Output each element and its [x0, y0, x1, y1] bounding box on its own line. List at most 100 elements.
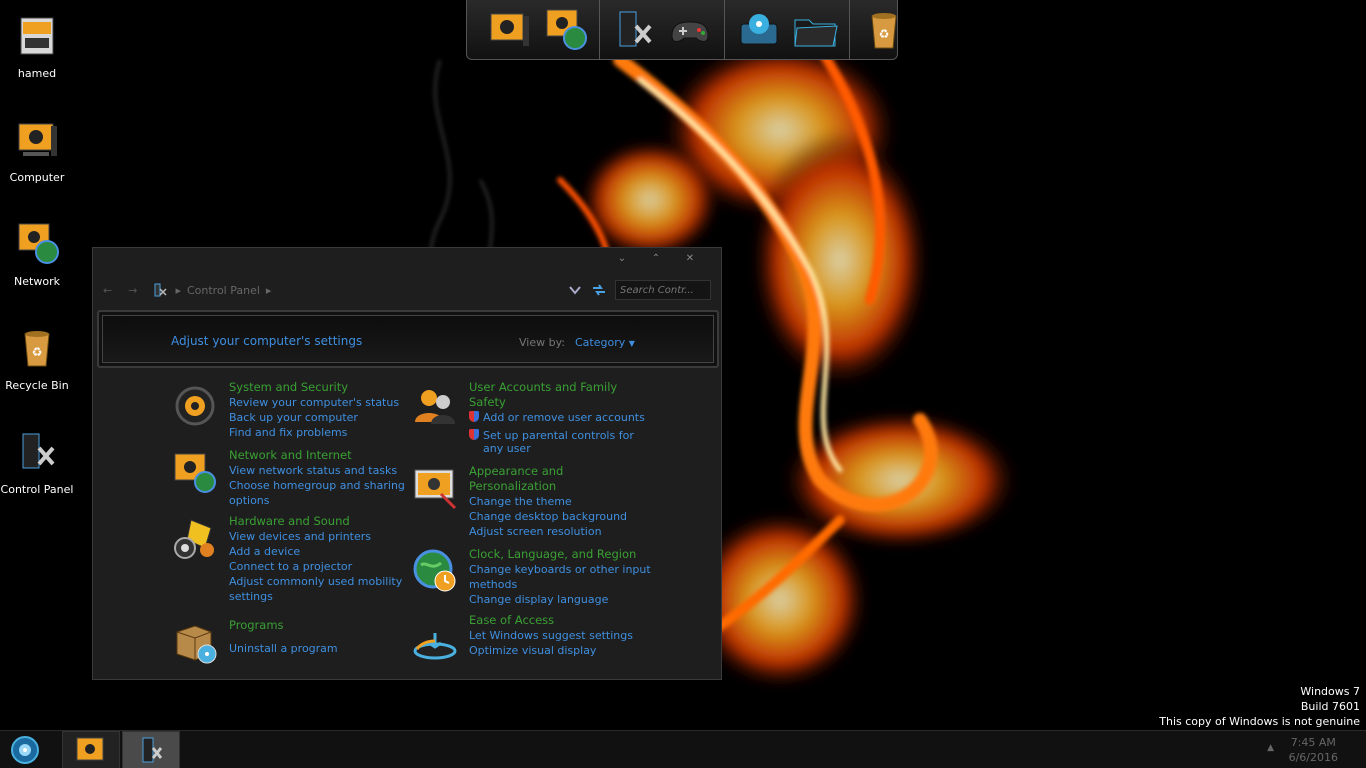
recycle-bin-icon: ♻	[24, 331, 50, 367]
category-title-line2[interactable]: Personalization	[469, 479, 556, 493]
dock-group	[475, 0, 600, 59]
window-titlebar: ⌄ ⌃ ✕	[93, 248, 721, 268]
shield-icon	[175, 386, 215, 426]
desktop-icon-recycle-bin[interactable]: ♻ Recycle Bin	[0, 324, 74, 392]
dock-group	[600, 0, 725, 59]
gamepad-icon[interactable]	[666, 6, 714, 54]
breadcrumb-separator: ▸	[175, 283, 181, 297]
link[interactable]: Let Windows suggest settings	[469, 628, 633, 643]
dock-group	[725, 0, 850, 59]
dock-group: ♻	[850, 0, 918, 59]
link[interactable]: Adjust commonly used mobility	[229, 574, 402, 589]
search-area	[569, 280, 711, 300]
dropdown-arrow-icon[interactable]	[569, 285, 581, 295]
link[interactable]: methods	[469, 577, 651, 592]
category-ease-of-access: Ease of Access Let Windows suggest setti…	[411, 613, 633, 661]
top-dock: ♻	[466, 0, 898, 60]
start-button-icon[interactable]	[8, 735, 42, 765]
watermark-line: Build 7601	[1300, 700, 1360, 713]
view-by-dropdown[interactable]: Category ▼	[575, 336, 635, 349]
link[interactable]: Change desktop background	[469, 509, 627, 524]
desktop-icon-network[interactable]: Network	[0, 220, 74, 288]
link[interactable]: Choose homegroup and sharing	[229, 478, 405, 493]
link[interactable]: any user	[469, 441, 645, 456]
refresh-icon[interactable]	[591, 282, 607, 298]
page-title: Adjust your computer's settings	[171, 334, 363, 348]
hard-drive-icon[interactable]	[735, 6, 783, 54]
clock-date: 6/6/2016	[1288, 751, 1338, 764]
category-hardware-sound: Hardware and Sound View devices and prin…	[171, 514, 402, 604]
view-by-label: View by:	[519, 336, 565, 349]
link[interactable]: Change keyboards or other input	[469, 562, 651, 577]
minimize-button[interactable]: ⌄	[605, 253, 639, 264]
chevron-down-icon: ▼	[628, 339, 635, 348]
taskbar-item-computer[interactable]	[62, 731, 120, 768]
user-folder-icon	[20, 17, 54, 55]
back-button[interactable]: ←	[103, 284, 112, 297]
recycle-bin-icon[interactable]: ♻	[860, 6, 908, 54]
desktop-icon-label: Recycle Bin	[5, 379, 69, 392]
monitor-paint-icon	[414, 469, 457, 510]
folder-icon[interactable]	[791, 6, 839, 54]
taskbar-item-control-panel[interactable]	[122, 731, 180, 768]
link[interactable]: Uninstall a program	[229, 641, 338, 656]
desktop-icon-label: Computer	[9, 171, 65, 184]
globe-clock-icon	[413, 549, 456, 592]
show-hidden-icons-button[interactable]: ▲	[1267, 743, 1274, 753]
desktop-icon-label: Network	[14, 275, 60, 288]
category-title-line2[interactable]: Safety	[469, 395, 506, 409]
category-title[interactable]: User Accounts and Family	[469, 380, 617, 394]
search-input[interactable]	[615, 280, 711, 300]
taskbar: ▲ 7:45 AM 6/6/2016	[0, 730, 1366, 768]
link[interactable]: options	[229, 493, 405, 508]
close-button[interactable]: ✕	[673, 253, 707, 264]
link[interactable]: Add a device	[229, 544, 402, 559]
link[interactable]: View network status and tasks	[229, 463, 405, 478]
link[interactable]: Find and fix problems	[229, 425, 399, 440]
desktop-icon-hamed[interactable]: hamed	[0, 12, 74, 80]
link[interactable]: Change the theme	[469, 494, 627, 509]
category-clock-language: Clock, Language, and Region Change keybo…	[411, 547, 651, 607]
link[interactable]: Optimize visual display	[469, 643, 633, 658]
control-panel-icon[interactable]	[610, 6, 658, 54]
windows-watermark: Windows 7 Build 7601 This copy of Window…	[1159, 684, 1360, 729]
link[interactable]: View devices and printers	[229, 529, 402, 544]
category-title[interactable]: Programs	[229, 618, 284, 632]
breadcrumb-control-panel[interactable]: Control Panel	[187, 284, 260, 297]
link[interactable]: Add or remove user accounts	[469, 410, 645, 425]
category-system-security: System and Security Review your computer…	[171, 380, 399, 440]
link[interactable]: Connect to a projector	[229, 559, 402, 574]
breadcrumb-separator: ▸	[265, 283, 272, 297]
network-icon	[174, 453, 216, 493]
link[interactable]: Change display language	[469, 592, 651, 607]
computer-icon[interactable]	[485, 6, 533, 54]
link[interactable]: settings	[229, 589, 402, 604]
users-icon	[415, 390, 455, 424]
forward-button[interactable]: →	[128, 284, 137, 297]
desktop-icon-control-panel[interactable]: Control Panel	[0, 428, 74, 496]
category-title[interactable]: Clock, Language, and Region	[469, 547, 636, 561]
link[interactable]: Back up your computer	[229, 410, 399, 425]
maximize-button[interactable]: ⌃	[639, 253, 673, 264]
control-panel-icon	[22, 433, 55, 469]
control-panel-small-icon	[154, 283, 167, 297]
link[interactable]: Adjust screen resolution	[469, 524, 627, 539]
settings-banner: Adjust your computer's settings View by:…	[97, 310, 719, 368]
desktop-icon-label: Control Panel	[0, 483, 74, 496]
clock-time: 7:45 AM	[1290, 736, 1336, 749]
category-user-accounts: User Accounts and Family Safety Add or r…	[411, 380, 645, 456]
svg-text:♻: ♻	[32, 345, 43, 359]
category-title[interactable]: Appearance and	[469, 464, 563, 478]
desktop-icon-computer[interactable]: Computer	[0, 116, 74, 184]
link[interactable]: Review your computer's status	[229, 395, 399, 410]
network-icon[interactable]	[541, 6, 589, 54]
category-title[interactable]: System and Security	[229, 380, 348, 394]
category-title[interactable]: Hardware and Sound	[229, 514, 350, 528]
desktop-icon-label: hamed	[17, 67, 57, 80]
clock[interactable]: 7:45 AM 6/6/2016	[1289, 735, 1338, 765]
category-title[interactable]: Network and Internet	[229, 448, 352, 462]
category-title[interactable]: Ease of Access	[469, 613, 554, 627]
control-panel-window: ⌄ ⌃ ✕ ← → ▸ Control Panel ▸ Adjust your …	[92, 247, 722, 680]
control-panel-icon	[142, 737, 163, 763]
network-icon	[18, 223, 59, 264]
